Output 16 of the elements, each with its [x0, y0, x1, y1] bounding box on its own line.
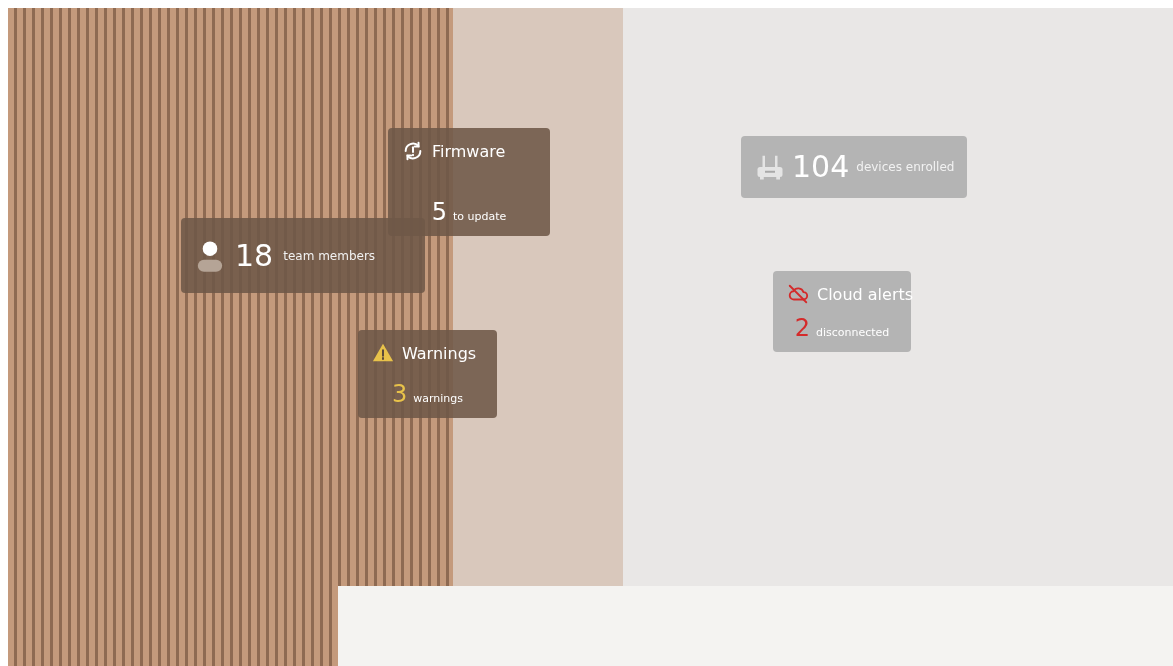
card-title: Firmware	[432, 141, 506, 161]
count-label: team members	[283, 248, 376, 263]
count-label: to update	[453, 210, 507, 223]
card-title: Cloud alerts	[817, 284, 914, 304]
count-label: devices enrolled	[856, 160, 955, 174]
card-title: Warnings	[402, 343, 477, 363]
count-label: disconnected	[815, 326, 890, 339]
count-number: 3	[391, 382, 408, 406]
count-number: 104	[792, 152, 850, 182]
count-number: 18	[235, 240, 274, 271]
cloud-off-icon	[787, 283, 809, 305]
count-label: warnings	[413, 392, 464, 405]
warning-icon	[372, 342, 394, 364]
count-number: 2	[794, 316, 810, 340]
count-number: 5	[431, 200, 447, 224]
sync-alert-icon	[402, 140, 424, 162]
